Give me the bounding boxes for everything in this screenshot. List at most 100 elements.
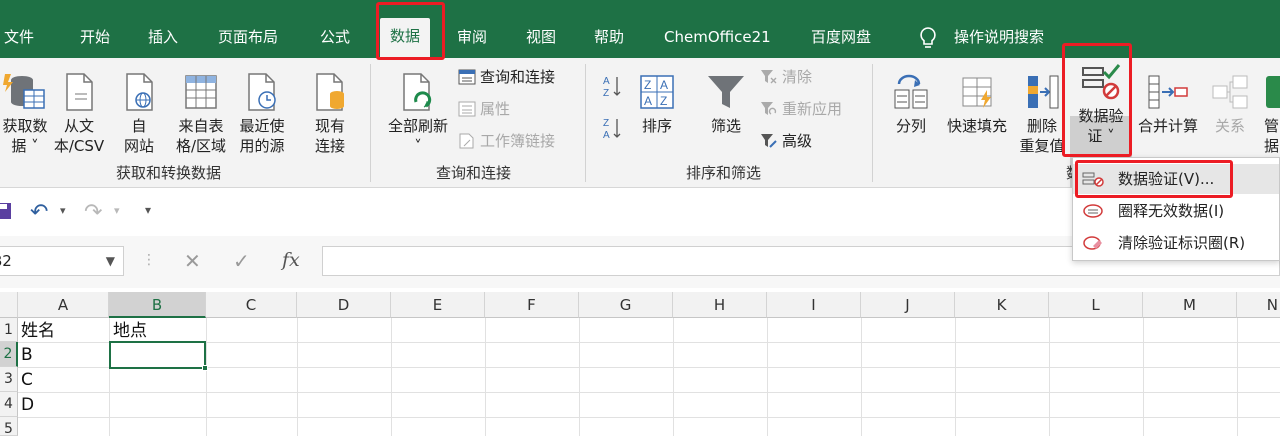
row-header-5[interactable]: 5 (0, 417, 18, 436)
active-cell-b2[interactable] (109, 341, 208, 371)
column-header-h[interactable]: H (673, 292, 767, 318)
clear-filter-button[interactable]: 清除 (760, 66, 812, 88)
row-header-3[interactable]: 3 (0, 367, 18, 392)
svg-text:Z: Z (644, 78, 651, 92)
properties-icon (458, 101, 476, 117)
row-header-1[interactable]: 1 (0, 318, 18, 342)
column-header-g[interactable]: G (579, 292, 673, 318)
menu-item-data-validation-label: 数据验证(V)... (1118, 170, 1215, 188)
row-header-4[interactable]: 4 (0, 392, 18, 417)
redo-dropdown-icon[interactable]: ▾ (114, 204, 120, 217)
grid-line (391, 318, 392, 436)
tab-baidu-netdisk[interactable]: 百度网盘 (811, 24, 871, 50)
from-table-range-button[interactable]: 来自表 格/区域 (170, 72, 232, 156)
remove-duplicates-button[interactable]: 删除 重复值 (1014, 72, 1070, 156)
column-header-b[interactable]: B (109, 292, 206, 318)
column-header-c[interactable]: C (206, 292, 297, 318)
relationships-label: 关系 (1214, 117, 1245, 135)
sort-descending-button[interactable]: Z A (602, 116, 622, 144)
cancel-icon[interactable]: ✕ (184, 249, 201, 273)
tab-home[interactable]: 开始 (80, 24, 110, 50)
tab-help[interactable]: 帮助 (594, 24, 624, 50)
tab-chemoffice[interactable]: ChemOffice21 (664, 24, 771, 50)
redo-icon[interactable]: ↷ (84, 200, 102, 225)
column-header-a[interactable]: A (18, 292, 109, 318)
column-header-l[interactable]: L (1049, 292, 1143, 318)
reapply-button[interactable]: 重新应用 (760, 98, 842, 120)
recent-sources-button[interactable]: 最近使 用的源 (232, 72, 292, 156)
undo-dropdown-icon[interactable]: ▾ (60, 204, 66, 217)
menu-item-data-validation[interactable]: 数据验证(V)... (1073, 164, 1279, 194)
column-header-k[interactable]: K (955, 292, 1049, 318)
tab-view[interactable]: 视图 (526, 24, 556, 50)
menu-item-clear-circles[interactable]: 清除验证标识圈(R) (1073, 228, 1279, 258)
from-text-label-2: 本/CSV (53, 137, 105, 155)
from-web-button[interactable]: 自 网站 (116, 72, 162, 156)
column-header-f[interactable]: F (485, 292, 579, 318)
from-text-csv-button[interactable]: 从文 本/CSV (50, 72, 108, 156)
grid-line (767, 318, 768, 436)
tab-page-layout[interactable]: 页面布局 (218, 24, 278, 50)
select-all-corner[interactable] (0, 292, 18, 318)
existing-connections-button[interactable]: 现有 连接 (304, 72, 356, 156)
sort-ascending-button[interactable]: A Z (602, 74, 622, 102)
row-header-2[interactable]: 2 (0, 342, 18, 367)
consolidate-button[interactable]: 合并计算 (1134, 72, 1202, 136)
advanced-label: 高级 (782, 132, 813, 150)
get-data-button[interactable]: 获取数 据 ˅ (0, 72, 50, 156)
tab-formulas[interactable]: 公式 (320, 24, 350, 50)
tell-me-search[interactable]: 操作说明搜索 (954, 24, 1044, 50)
menu-item-circle-invalid[interactable]: 圈释无效数据(I) (1073, 196, 1279, 226)
fill-handle[interactable] (202, 365, 208, 371)
undo-icon[interactable]: ↶ (30, 200, 48, 225)
cell-a2[interactable]: B (21, 343, 33, 367)
queries-connections-button[interactable]: 查询和连接 (458, 66, 555, 88)
relationships-button[interactable]: 关系 (1206, 72, 1254, 136)
column-header-m[interactable]: M (1143, 292, 1237, 318)
grid-line (861, 318, 862, 436)
column-header-j[interactable]: J (861, 292, 955, 318)
recent-sources-label-2: 用的源 (239, 137, 285, 155)
tab-file[interactable]: 文件 (4, 24, 34, 50)
column-header-d[interactable]: D (297, 292, 391, 318)
enter-icon[interactable]: ✓ (233, 249, 250, 273)
tab-data[interactable]: 数据 (380, 18, 431, 58)
data-validation-button[interactable]: 数据验 证 ˅ (1070, 62, 1132, 146)
sort-button[interactable]: Z A A Z 排序 (634, 72, 680, 136)
tab-review[interactable]: 审阅 (457, 24, 487, 50)
grid-line (18, 417, 1280, 418)
column-header-e[interactable]: E (391, 292, 485, 318)
workbook-links-icon (459, 133, 474, 149)
group-separator (370, 64, 371, 182)
customize-qat-icon[interactable]: ▾ (145, 203, 151, 217)
get-data-label-2: 据 ˅ (11, 137, 39, 155)
grid-line (1237, 318, 1238, 436)
ribbon-tab-bar: 文件 开始 插入 页面布局 公式 数据 审阅 视图 帮助 ChemOffice2… (0, 0, 1280, 58)
properties-button[interactable]: 属性 (458, 98, 510, 120)
insert-function-icon[interactable]: fx (282, 249, 300, 271)
column-header-n[interactable]: N (1237, 292, 1280, 318)
from-text-label-1: 从文 (63, 117, 94, 135)
from-table-label-2: 格/区域 (175, 137, 227, 155)
cell-a3[interactable]: C (21, 368, 33, 392)
name-box-dropdown-icon[interactable]: ▼ (106, 247, 115, 275)
filter-button[interactable]: 筛选 (702, 72, 750, 136)
cell-a1[interactable]: 姓名 (21, 319, 55, 343)
text-to-columns-button[interactable]: 分列 (888, 72, 934, 136)
refresh-icon (403, 73, 432, 111)
formula-bar-splitter[interactable]: ⋮ (142, 252, 156, 268)
workbook-links-button[interactable]: 工作簿链接 (458, 130, 555, 152)
cell-a4[interactable]: D (21, 393, 34, 417)
circle-invalid-icon (1083, 204, 1103, 218)
tab-insert[interactable]: 插入 (148, 24, 178, 50)
flash-fill-button[interactable]: 快速填充 (940, 72, 1014, 136)
advanced-filter-button[interactable]: 高级 (760, 130, 812, 152)
refresh-all-button[interactable]: 全部刷新 ˅ (382, 72, 454, 156)
column-header-i[interactable]: I (767, 292, 861, 318)
cell-b1[interactable]: 地点 (113, 319, 147, 343)
flash-fill-icon (962, 77, 992, 108)
sort-label: 排序 (641, 117, 672, 135)
name-box[interactable]: B2 ▼ (0, 246, 124, 276)
manage-data-model-button[interactable]: 管 据 (1256, 72, 1280, 156)
save-icon[interactable] (0, 201, 12, 221)
